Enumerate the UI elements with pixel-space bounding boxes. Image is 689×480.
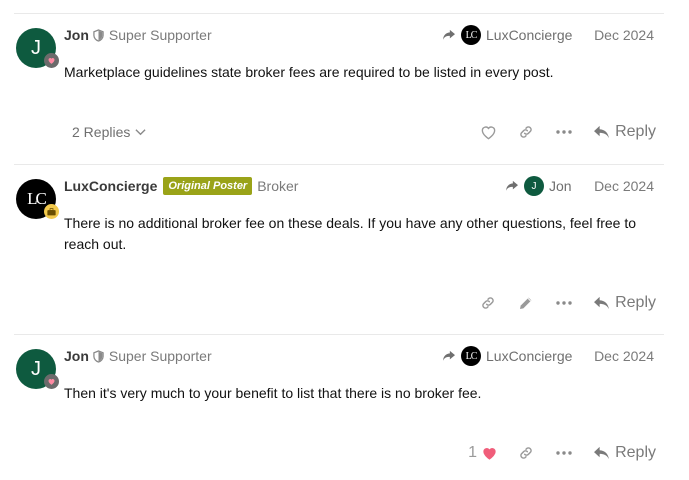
edit-button[interactable] (507, 291, 545, 315)
reply-arrow-icon (594, 125, 610, 139)
heart-icon (483, 447, 496, 460)
user-title: Super Supporter (108, 27, 212, 43)
more-button[interactable] (545, 291, 583, 315)
post-body: Marketplace guidelines state broker fees… (64, 64, 554, 80)
more-icon (556, 130, 572, 134)
post-header: LuxConcierge Original Poster Broker (64, 176, 298, 196)
reply-to-avatar: LC (461, 346, 481, 366)
reply-to-avatar: LC (461, 25, 481, 45)
share-arrow-icon (443, 29, 455, 40)
link-icon (520, 447, 532, 459)
post-actions: Reply (469, 120, 656, 144)
reply-button[interactable]: Reply (593, 123, 656, 141)
briefcase-badge-icon (44, 204, 59, 219)
username[interactable]: Jon (64, 27, 89, 43)
link-icon (520, 126, 532, 138)
post-header: Jon Super Supporter (64, 346, 212, 366)
post-date[interactable]: Dec 2024 (594, 27, 654, 43)
avatar-letter: J (31, 357, 41, 380)
share-arrow-icon (443, 350, 455, 361)
post-actions: 1 Reply (459, 441, 656, 465)
heart-badge-icon (44, 53, 59, 68)
shield-icon (93, 349, 104, 363)
heart-icon (481, 125, 495, 139)
more-button[interactable] (545, 441, 583, 465)
post-body: Then it's very much to your benefit to l… (64, 385, 482, 401)
link-icon (482, 297, 494, 309)
reply-to-tab[interactable]: LC LuxConcierge (442, 25, 572, 45)
reply-arrow-icon (594, 296, 610, 310)
username[interactable]: Jon (64, 348, 89, 364)
chevron-down-icon (135, 129, 146, 136)
share-arrow-icon (506, 180, 518, 191)
reply-arrow-icon (594, 446, 610, 460)
reply-to-name: LuxConcierge (486, 27, 573, 43)
user-title: Super Supporter (108, 348, 212, 364)
post-3: J Jon Super Supporter LC LuxConcierge De… (14, 334, 664, 480)
post-date[interactable]: Dec 2024 (594, 348, 654, 364)
more-button[interactable] (545, 120, 583, 144)
copy-link-button[interactable] (507, 441, 545, 465)
like-count[interactable]: 1 (468, 444, 477, 462)
reply-label: Reply (615, 294, 656, 311)
original-poster-flair: Original Poster (163, 177, 253, 195)
pencil-icon (520, 297, 532, 309)
post-date[interactable]: Dec 2024 (594, 178, 654, 194)
avatar-letters: LC (27, 188, 47, 208)
avatar-letter: J (31, 36, 41, 59)
more-icon (556, 451, 572, 455)
reply-to-tab[interactable]: J Jon (505, 176, 572, 196)
reply-to-name: LuxConcierge (486, 348, 573, 364)
replies-label: 2 Replies (72, 124, 131, 140)
replies-toggle-button[interactable]: 2 Replies (72, 124, 146, 140)
reply-to-name: Jon (549, 178, 572, 194)
post-2: LC LuxConcierge Original Poster Broker J… (14, 164, 664, 334)
copy-link-button[interactable] (507, 120, 545, 144)
post-actions: Reply (469, 291, 656, 315)
like-button[interactable]: 1 (459, 441, 507, 465)
post-1: J Jon Super Supporter LC LuxConcierge De… (14, 13, 664, 164)
reply-to-avatar: J (524, 176, 544, 196)
reply-button[interactable]: Reply (593, 294, 656, 312)
reply-to-tab[interactable]: LC LuxConcierge (442, 346, 572, 366)
post-header: Jon Super Supporter (64, 25, 212, 45)
reply-label: Reply (615, 444, 656, 461)
like-button[interactable] (469, 120, 507, 144)
user-title: Broker (257, 178, 299, 194)
post-body: There is no additional broker fee on the… (64, 215, 637, 252)
heart-badge-icon (44, 374, 59, 389)
reply-label: Reply (615, 123, 656, 140)
more-icon (556, 301, 572, 305)
username[interactable]: LuxConcierge (64, 178, 157, 194)
shield-icon (93, 28, 104, 42)
reply-button[interactable]: Reply (593, 444, 656, 462)
copy-link-button[interactable] (469, 291, 507, 315)
